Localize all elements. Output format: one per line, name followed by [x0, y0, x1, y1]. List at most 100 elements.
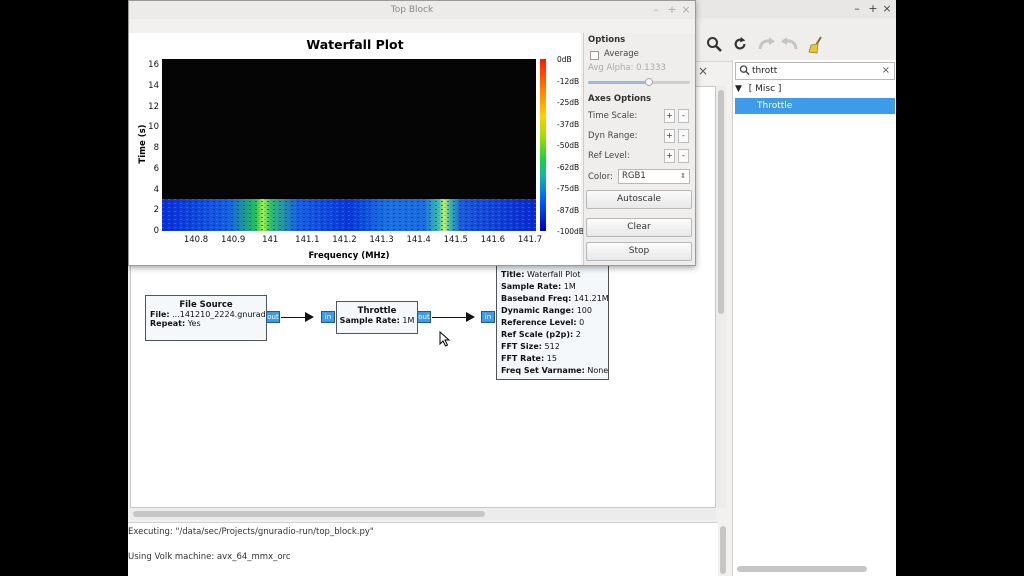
clear-button[interactable]: Clear	[586, 218, 692, 237]
file-source-out-port[interactable]: out	[266, 311, 280, 323]
window-title: Top Block	[390, 5, 434, 15]
console-panel: Executing: "/data/sec/Projects/gnuradio-…	[128, 522, 718, 576]
colorbar	[540, 59, 546, 231]
x-tick-label: 141.6	[480, 235, 506, 245]
dyn-range-label: Dyn Range:	[588, 131, 638, 141]
block-title: Throttle	[357, 306, 397, 316]
y-tick-label: 10	[148, 122, 159, 133]
minimize-icon[interactable]: –	[850, 1, 864, 17]
console-scrollbar[interactable]	[720, 526, 726, 574]
colorbar-tick-label: -25dB	[557, 98, 580, 107]
dyn-range-plus-button[interactable]: +	[664, 129, 675, 143]
tree-category-misc[interactable]: ▼ [ Misc ]	[735, 84, 781, 94]
options-panel: Options Average Avg Alpha: 0.1333 Axes O…	[583, 33, 695, 265]
autoscale-button[interactable]: Autoscale	[586, 190, 692, 209]
block-param: Ref Scale (p2p): 2	[501, 330, 581, 339]
x-tick-label: 140.9	[220, 235, 246, 245]
block-param: FFT Rate: 15	[501, 354, 557, 363]
x-tick-label: 141.1	[295, 235, 320, 245]
avg-alpha-slider[interactable]	[588, 78, 690, 86]
block-param: Dynamic Range: 100	[501, 306, 592, 315]
block-param: File: ...141210_2224.gnuradio	[150, 310, 273, 319]
x-tick-label: 141.5	[443, 235, 468, 245]
canvas-horizontal-scrollbar[interactable]	[130, 508, 716, 520]
time-scale-plus-button[interactable]: +	[664, 109, 675, 123]
block-param: Title: Waterfall Plot	[501, 270, 581, 279]
y-tick-label: 16	[148, 60, 159, 70]
color-label: Color:	[588, 172, 613, 182]
time-scale-minus-button[interactable]: -	[678, 109, 689, 123]
connection-line[interactable]	[281, 317, 305, 318]
clean-broom-icon[interactable]	[806, 36, 826, 56]
colorbar-tick-label: -100dB	[557, 227, 584, 236]
y-tick-label: 6	[153, 163, 159, 174]
block-param: Freq Set Varname: None	[501, 366, 609, 375]
options-header: Options	[588, 35, 626, 45]
maximize-icon[interactable]: +	[866, 1, 880, 17]
block-search-input[interactable]: thrott ×	[735, 62, 895, 80]
reload-icon[interactable]	[730, 36, 750, 56]
connection-line[interactable]	[432, 317, 466, 318]
close-icon[interactable]: ×	[679, 2, 693, 18]
color-select-value: RGB1	[622, 171, 646, 181]
colorbar-tick-label: -62dB	[557, 162, 580, 172]
top-block-window: Top Block – + × Waterfall Plot Time (s) …	[128, 0, 696, 266]
connection-arrow	[466, 312, 475, 322]
file-source-block[interactable]: File Source File: ...141210_2224.gnuradi…	[145, 295, 273, 341]
x-tick-label: 141.7	[517, 235, 543, 245]
throttle-block[interactable]: Throttle Sample Rate: 1M	[336, 301, 418, 334]
scrollbar-thumb[interactable]	[718, 90, 724, 314]
waterfall-display[interactable]	[162, 59, 536, 231]
average-checkbox[interactable]	[590, 51, 599, 60]
search-icon	[739, 64, 750, 79]
maximize-icon[interactable]: +	[665, 2, 679, 18]
connection-arrow	[305, 312, 314, 322]
time-scale-label: Time Scale:	[588, 111, 638, 121]
colorbar-tick-label: -75dB	[557, 184, 580, 193]
tab-close-icon[interactable]: ×	[696, 64, 710, 80]
x-axis-label: Frequency (MHz)	[308, 251, 390, 261]
x-tick-label: 141.4	[406, 235, 431, 245]
waterfall-sink-in-port[interactable]: in	[481, 311, 495, 323]
minimize-icon[interactable]: –	[649, 2, 663, 18]
waterfall-signal-band	[162, 199, 536, 231]
x-tick-label: 141.3	[369, 235, 394, 245]
dyn-range-minus-button[interactable]: -	[678, 129, 689, 143]
y-tick-label: 2	[153, 205, 159, 216]
throttle-out-port[interactable]: out	[417, 311, 431, 323]
y-tick-label: 14	[148, 80, 159, 91]
y-tick-label: 0	[153, 226, 159, 236]
expander-arrow-icon[interactable]: ▼	[735, 84, 742, 94]
throttle-in-port[interactable]: in	[321, 311, 335, 323]
slider-knob[interactable]	[645, 78, 654, 86]
avg-alpha-label: Avg Alpha: 0.1333	[588, 63, 666, 73]
rotate-ccw-icon[interactable]	[756, 36, 776, 56]
x-tick-label: 140.8	[183, 235, 209, 245]
close-icon[interactable]: ×	[880, 1, 894, 17]
clear-search-icon[interactable]: ×	[882, 65, 890, 76]
find-block-icon[interactable]	[704, 36, 724, 56]
block-param: Sample Rate: 1M	[501, 282, 576, 291]
stop-button[interactable]: Stop	[586, 242, 692, 261]
search-value: thrott	[752, 66, 778, 76]
axes-options-header: Axes Options	[588, 94, 652, 104]
tree-item-throttle[interactable]: Throttle	[735, 98, 895, 114]
chevron-updown-icon: ⇕	[680, 172, 686, 180]
console-line: Executing: "/data/sec/Projects/gnuradio-…	[128, 527, 374, 537]
scrollbar-thumb[interactable]	[133, 511, 485, 517]
tree-category-label: [ Misc ]	[748, 84, 782, 94]
color-select[interactable]: RGB1 ⇕	[618, 169, 690, 184]
colorbar-tick-label: -37dB	[557, 119, 580, 129]
colorbar-tick-label: -87dB	[557, 205, 580, 215]
rotate-cw-icon[interactable]	[780, 36, 800, 56]
mouse-cursor-icon	[439, 331, 451, 347]
waterfall-sink-params: Title: Waterfall Plot Sample Rate: 1M Base…	[501, 269, 609, 377]
top-block-titlebar: Top Block – + ×	[129, 1, 695, 19]
block-tree-scrollbar[interactable]	[737, 566, 867, 572]
waterfall-sink-block[interactable]: Title: Waterfall Plot Sample Rate: 1M Base…	[496, 265, 609, 380]
block-title: File Source	[179, 300, 233, 310]
ref-level-minus-button[interactable]: -	[678, 149, 689, 163]
ref-level-plus-button[interactable]: +	[664, 149, 675, 163]
canvas-vertical-scrollbar[interactable]	[716, 86, 726, 508]
y-tick-label: 8	[153, 143, 159, 153]
